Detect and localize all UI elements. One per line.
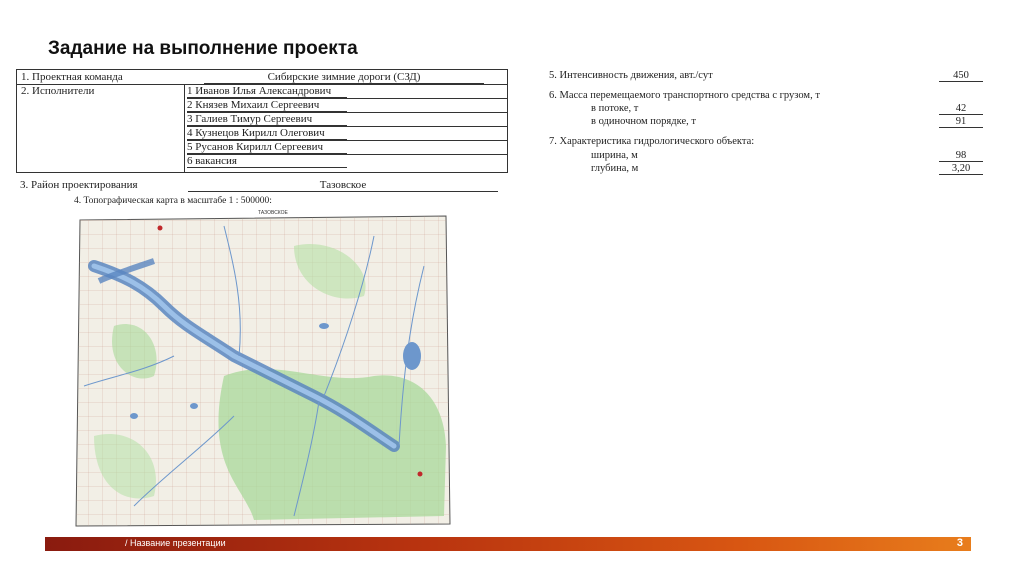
executor-row: 2 Князев Михаил Сергеевич [187, 99, 507, 113]
depth-value: 3,20 [939, 163, 983, 175]
map-sheet-name: ТАЗОВСКОЕ [258, 210, 289, 216]
mass-single-value: 91 [939, 116, 983, 128]
executor-row: 1 Иванов Илья Александрович [187, 85, 507, 99]
executor-name: 5 Русанов Кирилл Сергеевич [187, 141, 347, 154]
vehicle-mass-label: 6. Масса перемещаемого транспортного сре… [549, 90, 820, 101]
region-row: 3. Район проектирования Тазовское [20, 179, 498, 192]
settlement-marker [417, 471, 423, 477]
project-team-value: Сибирские зимние дороги (СЗД) [204, 71, 484, 84]
executor-name: 3 Галиев Тимур Сергеевич [187, 113, 347, 126]
page-number: 3 [956, 537, 963, 549]
executor-name: 1 Иванов Илья Александрович [187, 85, 347, 98]
settlement-marker [157, 225, 163, 231]
width-value: 98 [939, 150, 983, 162]
executor-row: 3 Галиев Тимур Сергеевич [187, 113, 507, 127]
project-team-label: 1. Проектная команда [21, 71, 123, 83]
project-table: 1. Проектная команда Сибирские зимние до… [16, 69, 508, 173]
map-caption: 4. Топографическая карта в масштабе 1 : … [74, 196, 272, 206]
table-row: 1. Проектная команда Сибирские зимние до… [17, 70, 507, 85]
region-label: 3. Район проектирования [20, 179, 138, 191]
executor-name: 4 Кузнецов Кирилл Олегович [187, 127, 347, 140]
width-label: ширина, м [591, 150, 638, 161]
mass-flow-label: в потоке, т [591, 103, 639, 114]
executor-row: 4 Кузнецов Кирилл Олегович [187, 127, 507, 141]
footer-bar: / Название презентации 3 [45, 537, 971, 551]
executor-name: 6 вакансия [187, 155, 347, 168]
page-title: Задание на выполнение проекта [48, 38, 358, 59]
executors-label: 2. Исполнители [21, 85, 95, 97]
topographic-map: ТАЗОВСКОЕ [75, 210, 451, 527]
presentation-name: / Название презентации [125, 538, 226, 548]
table-divider [184, 84, 185, 172]
executor-row: 6 вакансия [187, 155, 507, 169]
traffic-intensity-value: 450 [939, 70, 983, 82]
mass-flow-value: 42 [939, 103, 983, 115]
mass-single-label: в одиночном порядке, т [591, 116, 696, 127]
traffic-intensity-label: 5. Интенсивность движения, авт./сут [549, 70, 713, 81]
executor-name: 2 Князев Михаил Сергеевич [187, 99, 347, 112]
executor-row: 5 Русанов Кирилл Сергеевич [187, 141, 507, 155]
hydrology-label: 7. Характеристика гидрологического объек… [549, 136, 755, 147]
region-value: Тазовское [188, 179, 498, 192]
depth-label: глубина, м [591, 163, 639, 174]
